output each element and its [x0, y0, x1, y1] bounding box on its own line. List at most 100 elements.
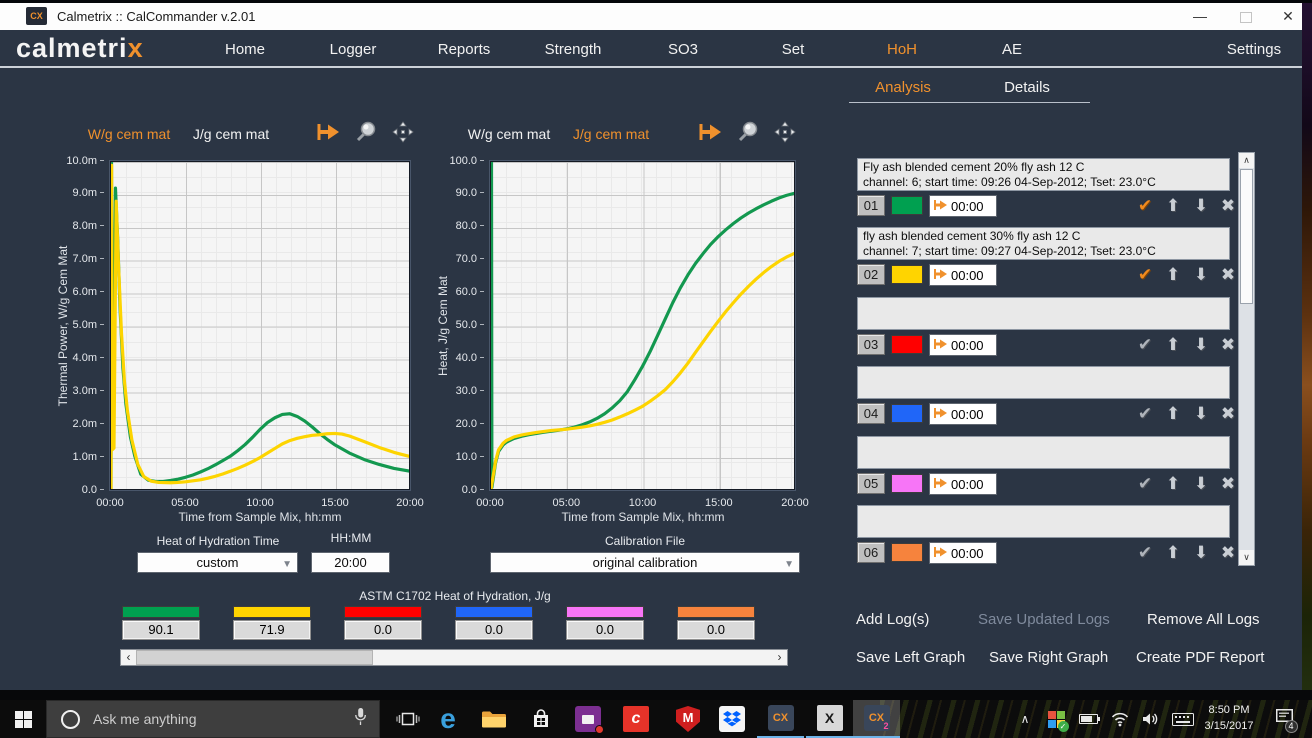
nav-item-hoh[interactable]: HoH — [887, 41, 917, 58]
minimize-button[interactable]: — — [1184, 5, 1216, 28]
taskbar-window-gray-app[interactable]: X — [806, 700, 853, 738]
horizontal-scrollbar[interactable]: ‹ › — [120, 649, 788, 666]
log-entry-1-remove-icon[interactable]: ✖ — [1216, 195, 1240, 217]
log-entry-2-move-up-icon[interactable]: ⬆ — [1161, 264, 1185, 286]
log-entry-6-move-down-icon[interactable]: ⬇ — [1189, 542, 1213, 564]
red-app-icon[interactable]: c — [616, 700, 656, 738]
task-view-button[interactable] — [388, 700, 428, 738]
log-entry-5-time-offset-input[interactable]: 00:00 — [929, 473, 997, 495]
left-chart-plot-area[interactable] — [110, 161, 410, 490]
log-entry-5-apply-check-icon[interactable]: ✔ — [1133, 473, 1157, 495]
log-entry-1-time-offset-input[interactable]: 00:00 — [929, 195, 997, 217]
log-entry-6-move-up-icon[interactable]: ⬆ — [1161, 542, 1185, 564]
log-entry-2-remove-icon[interactable]: ✖ — [1216, 264, 1240, 286]
log-entry-1-move-down-icon[interactable]: ⬇ — [1189, 195, 1213, 217]
left-chart-graph-cursor-arrow-icon[interactable] — [314, 121, 342, 145]
tray-clock[interactable]: 8:50 PM 3/15/2017 — [1200, 702, 1258, 736]
log-entry-3-apply-check-icon[interactable]: ✔ — [1133, 334, 1157, 356]
log-entry-3-move-up-icon[interactable]: ⬆ — [1161, 334, 1185, 356]
right-chart-plot-area[interactable] — [490, 161, 795, 490]
log-entry-3-time-offset-input[interactable]: 00:00 — [929, 334, 997, 356]
left-chart-tab-j-g-cem-mat[interactable]: J/g cem mat — [193, 126, 269, 142]
taskbar-window-calcommander-1[interactable]: CX — [757, 700, 804, 738]
calibration-file-dropdown[interactable]: original calibration ▼ — [490, 552, 800, 573]
log-entry-5-remove-icon[interactable]: ✖ — [1216, 473, 1240, 495]
log-entry-1-move-up-icon[interactable]: ⬆ — [1161, 195, 1185, 217]
right-chart-graph-zoom-icon[interactable] — [734, 121, 762, 145]
maximize-button[interactable] — [1240, 12, 1252, 23]
log-entry-2-time-offset-input[interactable]: 00:00 — [929, 264, 997, 286]
log-entry-4-move-down-icon[interactable]: ⬇ — [1189, 403, 1213, 425]
save-right-graph-button[interactable]: Save Right Graph — [989, 649, 1108, 666]
remove-all-logs-button[interactable]: Remove All Logs — [1147, 611, 1260, 628]
log-entry-2-color-swatch[interactable] — [891, 265, 923, 284]
log-entry-6-remove-icon[interactable]: ✖ — [1216, 542, 1240, 564]
right-chart-graph-pan-icon[interactable] — [771, 121, 799, 145]
log-entry-4-color-swatch[interactable] — [891, 404, 923, 423]
tab-analysis[interactable]: Analysis — [875, 79, 931, 96]
nav-item-reports[interactable]: Reports — [438, 41, 491, 58]
log-entry-6-time-offset-input[interactable]: 00:00 — [929, 542, 997, 564]
mcafee-icon[interactable]: M — [668, 700, 708, 738]
edge-browser-icon[interactable]: e — [428, 700, 468, 738]
log-entry-3-move-down-icon[interactable]: ⬇ — [1189, 334, 1213, 356]
nav-item-so3[interactable]: SO3 — [668, 41, 698, 58]
windows-store-icon[interactable] — [521, 700, 561, 738]
right-chart-tab-w-g-cem-mat[interactable]: W/g cem mat — [468, 126, 550, 142]
tab-details[interactable]: Details — [1004, 79, 1050, 96]
log-entry-5-move-up-icon[interactable]: ⬆ — [1161, 473, 1185, 495]
right-chart-tab-j-g-cem-mat[interactable]: J/g cem mat — [573, 126, 649, 142]
log-entry-2-apply-check-icon[interactable]: ✔ — [1133, 264, 1157, 286]
nav-item-logger[interactable]: Logger — [330, 41, 377, 58]
log-entry-1-apply-check-icon[interactable]: ✔ — [1133, 195, 1157, 217]
log-entry-3-remove-icon[interactable]: ✖ — [1216, 334, 1240, 356]
hhmm-input[interactable]: 20:00 — [311, 552, 390, 573]
tray-keyboard-icon[interactable] — [1168, 700, 1198, 738]
nav-item-strength[interactable]: Strength — [545, 41, 602, 58]
right-chart-graph-cursor-arrow-icon[interactable] — [696, 121, 724, 145]
log-entry-4-apply-check-icon[interactable]: ✔ — [1133, 403, 1157, 425]
log-entry-6-apply-check-icon[interactable]: ✔ — [1133, 542, 1157, 564]
log-entry-4-time-offset-input[interactable]: 00:00 — [929, 403, 997, 425]
start-button[interactable] — [0, 700, 46, 738]
tray-security-icon[interactable]: ✓ — [1042, 700, 1070, 738]
purple-app-icon[interactable] — [568, 700, 608, 738]
log-entry-2-move-down-icon[interactable]: ⬇ — [1189, 264, 1213, 286]
action-center-icon[interactable]: 4 — [1268, 700, 1300, 738]
scroll-left-icon[interactable]: ‹ — [121, 650, 136, 665]
create-pdf-report-button[interactable]: Create PDF Report — [1136, 649, 1264, 666]
nav-item-home[interactable]: Home — [225, 41, 265, 58]
nav-item-ae[interactable]: AE — [1002, 41, 1022, 58]
taskbar-search-input[interactable]: Ask me anything — [46, 700, 380, 738]
left-chart-tab-w-g-cem-mat[interactable]: W/g cem mat — [88, 126, 170, 142]
log-list-scrollbar[interactable]: ∧ ∨ — [1238, 152, 1255, 566]
add-logs-button[interactable]: Add Log(s) — [856, 611, 929, 628]
hoh-time-dropdown[interactable]: custom ▼ — [137, 552, 298, 573]
log-entry-4-move-up-icon[interactable]: ⬆ — [1161, 403, 1185, 425]
log-entry-5-color-swatch[interactable] — [891, 474, 923, 493]
log-entry-4-remove-icon[interactable]: ✖ — [1216, 403, 1240, 425]
log-entry-3-color-swatch[interactable] — [891, 335, 923, 354]
log-entry-6-color-swatch[interactable] — [891, 543, 923, 562]
nav-item-set[interactable]: Set — [782, 41, 805, 58]
log-entry-1-color-swatch[interactable] — [891, 196, 923, 215]
left-chart-graph-zoom-icon[interactable] — [352, 121, 380, 145]
save-updated-logs-button[interactable]: Save Updated Logs — [978, 611, 1110, 628]
log-list-scrollbar-thumb[interactable] — [1240, 169, 1253, 304]
nav-item-settings[interactable]: Settings — [1227, 41, 1281, 58]
left-chart-graph-pan-icon[interactable] — [389, 121, 417, 145]
tray-battery-icon[interactable] — [1074, 700, 1102, 738]
tray-chevron-up-icon[interactable]: ∧ — [1012, 700, 1038, 738]
scroll-right-icon[interactable]: › — [772, 650, 787, 665]
microphone-icon[interactable] — [354, 707, 367, 731]
save-left-graph-button[interactable]: Save Left Graph — [856, 649, 965, 666]
taskbar-window-calcommander-active[interactable]: CX2 — [853, 700, 900, 738]
scroll-down-icon[interactable]: ∨ — [1239, 550, 1254, 565]
log-entry-5-move-down-icon[interactable]: ⬇ — [1189, 473, 1213, 495]
horizontal-scrollbar-thumb[interactable] — [136, 650, 373, 665]
close-button[interactable]: ✕ — [1272, 5, 1304, 28]
dropbox-icon[interactable] — [712, 700, 752, 738]
file-explorer-icon[interactable] — [474, 700, 514, 738]
tray-wifi-icon[interactable] — [1106, 700, 1134, 738]
tray-volume-icon[interactable] — [1137, 700, 1165, 738]
